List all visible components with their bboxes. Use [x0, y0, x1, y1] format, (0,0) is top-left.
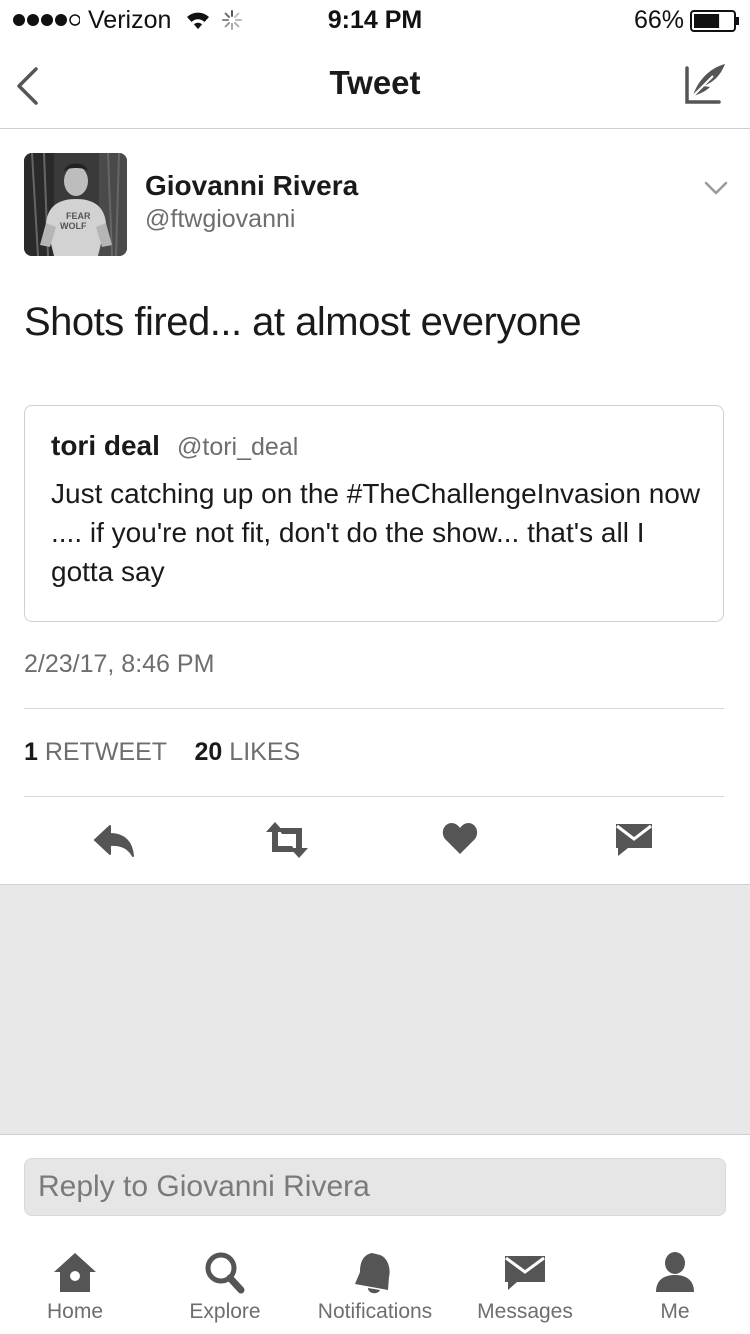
tab-notifications[interactable]: Notifications [300, 1250, 450, 1334]
status-bar: Verizon 9:14 PM 66% [0, 0, 750, 40]
retweet-label: RETWEET [44, 738, 167, 766]
tab-messages[interactable]: Messages [450, 1250, 600, 1334]
likes-stat[interactable]: 20 LIKES [195, 738, 301, 766]
battery-icon [690, 10, 740, 37]
envelope-icon [450, 1250, 600, 1294]
tab-explore[interactable]: Explore [150, 1250, 300, 1334]
like-count: 20 [194, 738, 223, 766]
svg-text:WOLF: WOLF [60, 221, 87, 231]
compose-tweet-icon[interactable] [683, 60, 729, 111]
tab-explore-label: Explore [189, 1300, 261, 1323]
reply-input[interactable] [25, 1159, 725, 1215]
likes-label: LIKES [229, 738, 301, 766]
retweet-count: 1 [24, 738, 38, 766]
bell-icon [300, 1250, 450, 1294]
navigation-bar: Tweet [0, 40, 750, 129]
direct-message-icon[interactable] [613, 818, 659, 862]
home-icon [0, 1250, 150, 1294]
author-name[interactable]: Giovanni Rivera [145, 170, 358, 202]
divider [24, 708, 724, 709]
author-handle[interactable]: @ftwgiovanni [145, 205, 295, 234]
empty-replies-area [0, 884, 750, 1135]
quoted-tweet-text: Just catching up on the #TheChallengeInv… [51, 478, 701, 587]
search-icon [150, 1250, 300, 1294]
person-icon [600, 1250, 750, 1294]
tab-notifications-label: Notifications [317, 1300, 433, 1323]
tab-me[interactable]: Me [600, 1250, 750, 1334]
engagement-stats: 1 RETWEET 20 LIKES [24, 738, 300, 767]
tab-me-label: Me [660, 1300, 690, 1323]
svg-text:FEAR: FEAR [66, 211, 91, 221]
quoted-tweet[interactable]: tori deal @tori_deal Just catching up on… [24, 405, 724, 622]
battery-percentage: 66% [634, 6, 685, 34]
quoted-author-handle: @tori_deal [177, 433, 299, 461]
divider [24, 796, 724, 797]
tab-home[interactable]: Home [0, 1250, 150, 1334]
chevron-down-icon[interactable] [704, 180, 728, 201]
page-title: Tweet [329, 64, 421, 101]
retweet-icon[interactable] [262, 818, 312, 862]
like-heart-icon[interactable] [440, 818, 486, 862]
tab-home-label: Home [46, 1300, 104, 1323]
reply-box[interactable] [24, 1158, 726, 1216]
tweet-text: Shots fired... at almost everyone [24, 300, 582, 344]
author-avatar[interactable]: FEAR WOLF [24, 153, 127, 256]
tweet-timestamp: 2/23/17, 8:46 PM [24, 650, 215, 678]
reply-icon[interactable] [92, 818, 138, 862]
tab-messages-label: Messages [477, 1300, 573, 1323]
retweet-stat[interactable]: 1 RETWEET [24, 738, 167, 766]
quoted-author-name: tori deal [51, 430, 160, 461]
